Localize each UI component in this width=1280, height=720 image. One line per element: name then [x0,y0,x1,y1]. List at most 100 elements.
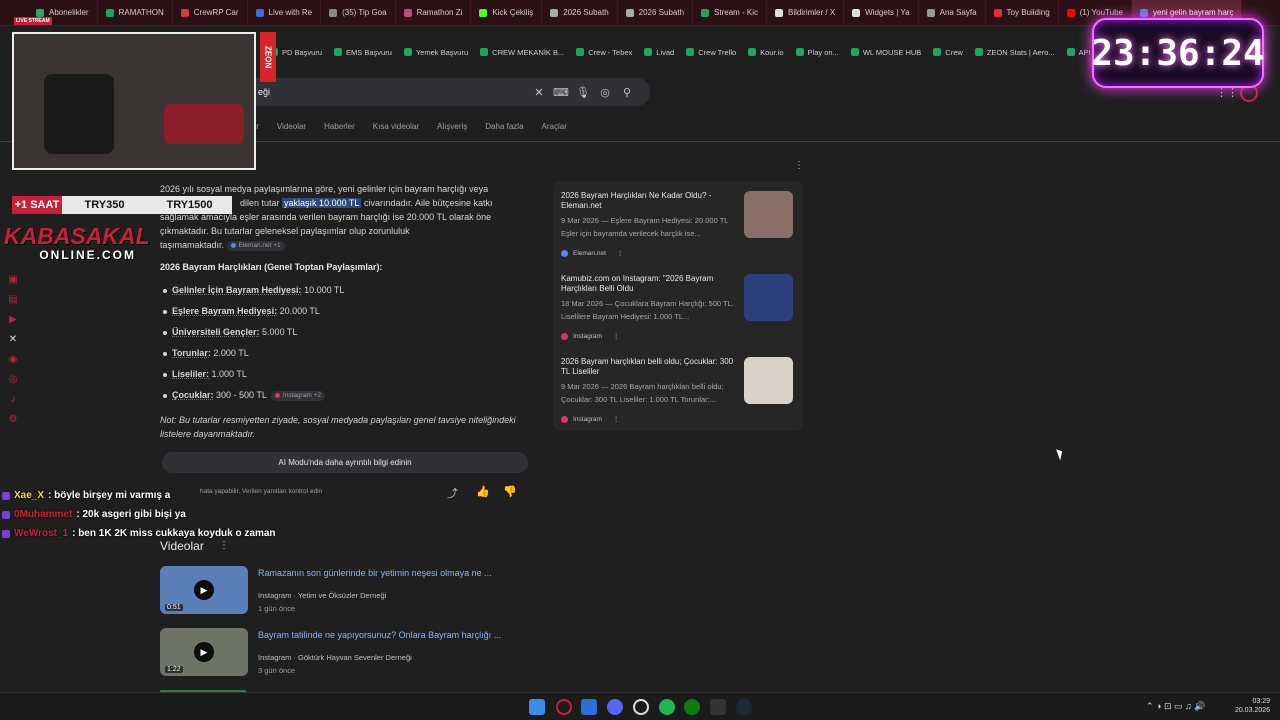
bookmark-item[interactable]: EMS Başvuru [334,48,392,57]
epic-icon[interactable] [710,699,726,715]
nav-tab[interactable]: Haberler [324,122,355,131]
video-thumbnail[interactable]: ▶ 1:22 [160,628,248,676]
tab-favicon-icon [775,8,784,17]
thumbs-down-icon[interactable]: 👎 [503,485,517,498]
spotify-icon[interactable] [659,699,675,715]
subathon-clock: 23:36:24 [1091,18,1265,88]
steam-icon[interactable] [736,699,752,715]
play-icon[interactable]: ▶ [194,642,214,662]
discord-icon: ◉ [8,354,18,365]
bookmark-item[interactable]: WL MOUSE HUB [850,48,921,57]
bookmark-icon [576,48,585,56]
tab-favicon-icon [926,8,935,17]
bookmark-item[interactable]: Kour.io [748,48,784,57]
chat-badge-icon [2,510,10,519]
more-options-icon[interactable]: ⋮ [794,160,804,171]
discord-taskbar-icon[interactable] [607,699,623,715]
source-thumbnail[interactable] [744,357,793,404]
search-input[interactable] [258,87,528,97]
site-more-icon[interactable]: ⋮ [617,249,624,257]
search-icon[interactable]: ⚲ [616,86,638,99]
tab-label: 2026 Subath [563,8,609,17]
thumbs-up-icon[interactable]: 👍 [476,485,490,498]
list-item-key: Liseliler: [172,369,210,379]
source-thumbnail[interactable] [744,274,793,321]
bookmark-item[interactable]: Play on... [795,47,839,57]
ai-text: taşımamaktadır. [160,240,225,250]
site-favicon-icon [561,249,568,257]
opera-icon[interactable] [556,699,572,715]
nav-tab[interactable]: Alışveriş [437,122,467,131]
bookmark-item[interactable]: Livad [644,48,674,57]
bookmark-item[interactable]: ZEON Stats | Aero... [974,48,1055,57]
source-card[interactable]: 2026 Bayram harçlıkları belli oldu; Çocu… [561,357,796,437]
tray-icons[interactable]: ⌃ ◑ ⊡ ▭ ♫ 🔊 [1146,701,1205,712]
nav-tab[interactable]: Araçlar [542,122,567,131]
bookmark-item[interactable]: APIq [1066,48,1090,57]
bookmark-item[interactable]: Yemek Başvuru [403,48,468,57]
nav-tab[interactable]: Kısa videolar [373,122,419,131]
tab-label: (35) Tip Goa [342,8,387,17]
source-card[interactable]: Kamubiz.com on Instagram: "2026 Bayram H… [561,274,796,354]
source-thumbnail[interactable] [744,191,793,238]
browser-tab[interactable]: RAMATHON [98,0,173,25]
browser-tab[interactable]: (35) Tip Goa [321,0,396,25]
bookmark-item[interactable]: CREW MEKANİK B... [480,48,564,57]
browser-tab[interactable]: Live with Re [248,0,322,25]
start-icon[interactable] [529,699,545,715]
search-nav-tabs: lerVideolarHaberlerKısa videolarAlışveri… [250,122,567,131]
xbox-icon[interactable] [684,699,700,715]
explorer-icon[interactable] [581,699,597,715]
bookmark-item[interactable]: Crew - Tebex [576,48,632,57]
browser-tab[interactable]: Widgets | Ya [844,0,919,25]
share-icon[interactable]: ⤴ [447,485,458,501]
list-item: Liseliler: 1.000 TL [163,369,247,379]
browser-tab[interactable]: Toy Building [986,0,1059,25]
chat-overlay: Xae_X: böyle birşey mi varmış a 0Muhammet… [2,486,322,543]
source-title[interactable]: Kamubiz.com on Instagram: "2026 Bayram H… [561,274,741,294]
keyboard-icon[interactable]: ⌨ [550,86,572,99]
video-source: Instagram · Göktürk Hayvan Sevenler Dern… [258,653,412,662]
browser-tab[interactable]: 2026 Subath [542,0,618,25]
search-box[interactable]: ✕ ⌨ 🎙 ◎ ⚲ [240,78,650,106]
video-thumbnail[interactable]: ▶ 0:51 [160,566,248,614]
video-title[interactable]: Bayram tatilinde ne yapıyorsunuz? Onlara… [258,630,501,640]
browser-tab[interactable]: Bildirimler / X [767,0,845,25]
source-title[interactable]: 2026 Bayram harçlıkları belli oldu; Çocu… [561,357,741,377]
nav-tab[interactable]: Daha fazla [485,122,523,131]
video-result[interactable]: ▶ 1:22 Bayram tatilinde ne yapıyorsunuz? O… [160,628,540,680]
video-result[interactable]: ▶ 0:51 Ramazanın son günlerinde bir yetimi… [160,566,540,618]
browser-tab[interactable]: Kick Çekiliş [471,0,543,25]
ai-mode-button[interactable]: AI Modu'nda daha ayrıntılı bilgi edinin [162,452,528,473]
system-tray: 03:29 20.03.2026 [1235,697,1270,715]
source-card[interactable]: 2026 Bayram Harçlıkları Ne Kadar Oldu? -… [561,191,796,271]
site-more-icon[interactable]: ⋮ [613,332,620,340]
browser-tab[interactable]: Ana Sayfa [919,0,986,25]
nav-tab[interactable]: Videolar [277,122,306,131]
source-chip[interactable]: Instagram +2 [270,390,326,401]
microphone-icon[interactable]: 🎙 [572,86,594,99]
bookmark-item[interactable]: Crew Trello [686,48,736,57]
lens-icon[interactable]: ◎ [594,86,616,99]
list-item-value: 300 - 500 TL [213,390,267,400]
play-icon[interactable]: ▶ [194,580,214,600]
source-chip[interactable]: Eleman.net +1 [226,240,285,251]
video-duration: 1:22 [165,666,183,673]
tab-label: Stream - Kic [714,8,759,17]
bookmark-item[interactable]: PD Başvuru [270,48,322,57]
tab-favicon-icon [625,8,634,17]
clear-icon[interactable]: ✕ [528,86,550,99]
live-stream-label: LIVE STREAM [14,17,52,25]
browser-tab[interactable]: 2026 Subath [618,0,694,25]
bookmark-item[interactable]: Crew [933,48,963,57]
video-title[interactable]: Ramazanın son günlerinde bir yetimin neş… [258,568,492,578]
source-title[interactable]: 2026 Bayram Harçlıkları Ne Kadar Oldu? -… [561,191,741,211]
obs-icon[interactable] [633,699,649,715]
browser-tab[interactable]: CrewRP Car [173,0,248,25]
site-more-icon[interactable]: ⋮ [613,415,620,423]
browser-tab[interactable]: Stream - Kic [693,0,768,25]
tab-label: (1) YouTube [1079,8,1123,17]
price-1: TRY350 [62,196,147,214]
browser-tab[interactable]: Ramathon Zi [396,0,472,25]
bookmark-label: Play on... [807,47,839,57]
